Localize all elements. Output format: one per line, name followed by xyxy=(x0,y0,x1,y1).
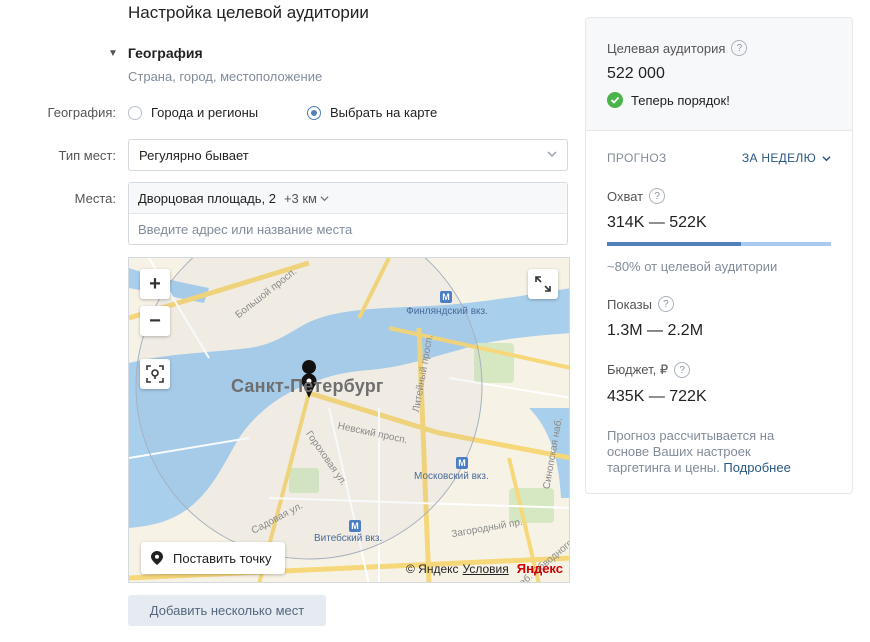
copyright-text: © Яндекс xyxy=(406,561,459,576)
audience-panel: Целевая аудитория ? 522 000 Теперь поряд… xyxy=(585,17,853,494)
place-type-select[interactable]: Регулярно бывает xyxy=(128,139,568,171)
place-type-value: Регулярно бывает xyxy=(139,147,249,163)
geo-section-toggle[interactable]: ▼ География xyxy=(108,45,203,61)
geolocation-button[interactable] xyxy=(140,359,170,389)
metro-icon: M xyxy=(456,457,468,469)
budget-metric: Бюджет, ₽ ? 435K — 722K xyxy=(607,362,831,406)
reach-progress-fill xyxy=(607,242,742,246)
reach-metric: Охват ? 314K — 522K ~80% от целевой ауди… xyxy=(607,188,831,274)
chevron-down-icon xyxy=(547,151,557,158)
place-radius-dropdown[interactable]: +3 км xyxy=(284,191,329,206)
place-search-input[interactable]: Введите адрес или название места xyxy=(129,214,567,245)
map-attribution: © Яндекс Условия Яндекс xyxy=(406,561,563,576)
places-field: Дворцовая площадь, 2 +3 км Введите адрес… xyxy=(128,182,568,245)
map-city-label: Санкт-Петербург xyxy=(231,376,384,396)
chevron-down-icon xyxy=(320,195,329,201)
period-label: ЗА НЕДЕЛЮ xyxy=(741,151,816,165)
audience-label: Целевая аудитория xyxy=(607,40,726,56)
station-label: Московский вкз. xyxy=(414,471,489,482)
set-point-button[interactable]: Поставить точку xyxy=(141,542,286,574)
audience-summary: Целевая аудитория ? 522 000 Теперь поряд… xyxy=(586,18,852,131)
audience-value: 522 000 xyxy=(607,65,665,82)
set-point-label: Поставить точку xyxy=(173,550,272,566)
map-pin-icon xyxy=(151,551,163,565)
station-label: Витебский вкз. xyxy=(314,533,383,544)
period-dropdown[interactable]: ЗА НЕДЕЛЮ xyxy=(742,151,831,165)
help-icon[interactable]: ? xyxy=(657,296,674,312)
help-icon[interactable]: ? xyxy=(674,362,691,378)
zoom-out-button[interactable]: − xyxy=(140,306,170,336)
place-radius-value: +3 км xyxy=(283,190,317,206)
chevron-down-icon xyxy=(822,155,831,161)
forecast-section: ПРОГНОЗ ЗА НЕДЕЛЮ Охват ? 314K — 522K ~8… xyxy=(586,131,852,476)
forecast-note: Прогноз рассчитывается на основе Ваших н… xyxy=(607,428,817,476)
geo-section-title: География xyxy=(127,45,203,61)
terms-link[interactable]: Условия xyxy=(463,562,509,576)
station-label: Финляндский вкз. xyxy=(406,306,488,317)
map-widget[interactable]: + − Большой просп. Невский просп. Литейн… xyxy=(128,257,570,583)
fullscreen-button[interactable] xyxy=(528,269,558,299)
add-multiple-places-button[interactable]: Добавить несколько мест xyxy=(128,595,326,626)
radio-label: Выбрать на карте xyxy=(330,105,438,120)
zoom-in-button[interactable]: + xyxy=(140,269,170,299)
more-info-link[interactable]: Подробнее xyxy=(723,460,790,475)
radio-choose-on-map[interactable]: Выбрать на карте xyxy=(307,105,437,120)
radio-cities-regions[interactable]: Города и регионы xyxy=(128,105,258,120)
minus-icon: − xyxy=(149,309,161,332)
metro-icon: M xyxy=(349,520,361,532)
geo-section-subtitle: Страна, город, местоположение xyxy=(128,69,323,84)
place-tag-address: Дворцовая площадь, 2 xyxy=(138,190,276,206)
impressions-metric: Показы ? 1.3M — 2.2M xyxy=(607,296,831,340)
radio-circle xyxy=(128,105,142,120)
reach-label: Охват xyxy=(607,188,644,204)
help-icon[interactable]: ? xyxy=(649,188,666,204)
budget-value: 435K — 722K xyxy=(607,388,707,405)
impressions-value: 1.3M — 2.2M xyxy=(607,322,704,339)
places-label: Места: xyxy=(74,191,116,206)
geolocation-icon xyxy=(146,365,164,383)
place-type-label: Тип мест: xyxy=(58,148,116,163)
radio-circle-selected xyxy=(307,105,321,120)
budget-label: Бюджет, ₽ xyxy=(607,362,669,377)
metro-icon: M xyxy=(440,291,452,303)
reach-note: ~80% от целевой аудитории xyxy=(607,259,778,274)
status-text: Теперь порядок! xyxy=(631,92,730,108)
radio-label: Города и регионы xyxy=(151,105,259,120)
yandex-logo: Яндекс xyxy=(516,561,563,576)
impressions-label: Показы xyxy=(607,296,652,312)
page-title: Настройка целевой аудитории xyxy=(128,3,369,22)
forecast-label: ПРОГНОЗ xyxy=(607,151,667,165)
plus-icon: + xyxy=(149,272,161,295)
checkmark-icon xyxy=(607,92,623,108)
expand-icon xyxy=(535,276,551,292)
reach-value: 314K — 522K xyxy=(607,214,707,231)
help-icon[interactable]: ? xyxy=(731,40,748,56)
collapse-triangle-icon: ▼ xyxy=(108,47,118,59)
geo-label: География: xyxy=(47,105,116,120)
place-tag[interactable]: Дворцовая площадь, 2 +3 км xyxy=(129,183,567,214)
reach-progress-bar xyxy=(607,242,831,246)
